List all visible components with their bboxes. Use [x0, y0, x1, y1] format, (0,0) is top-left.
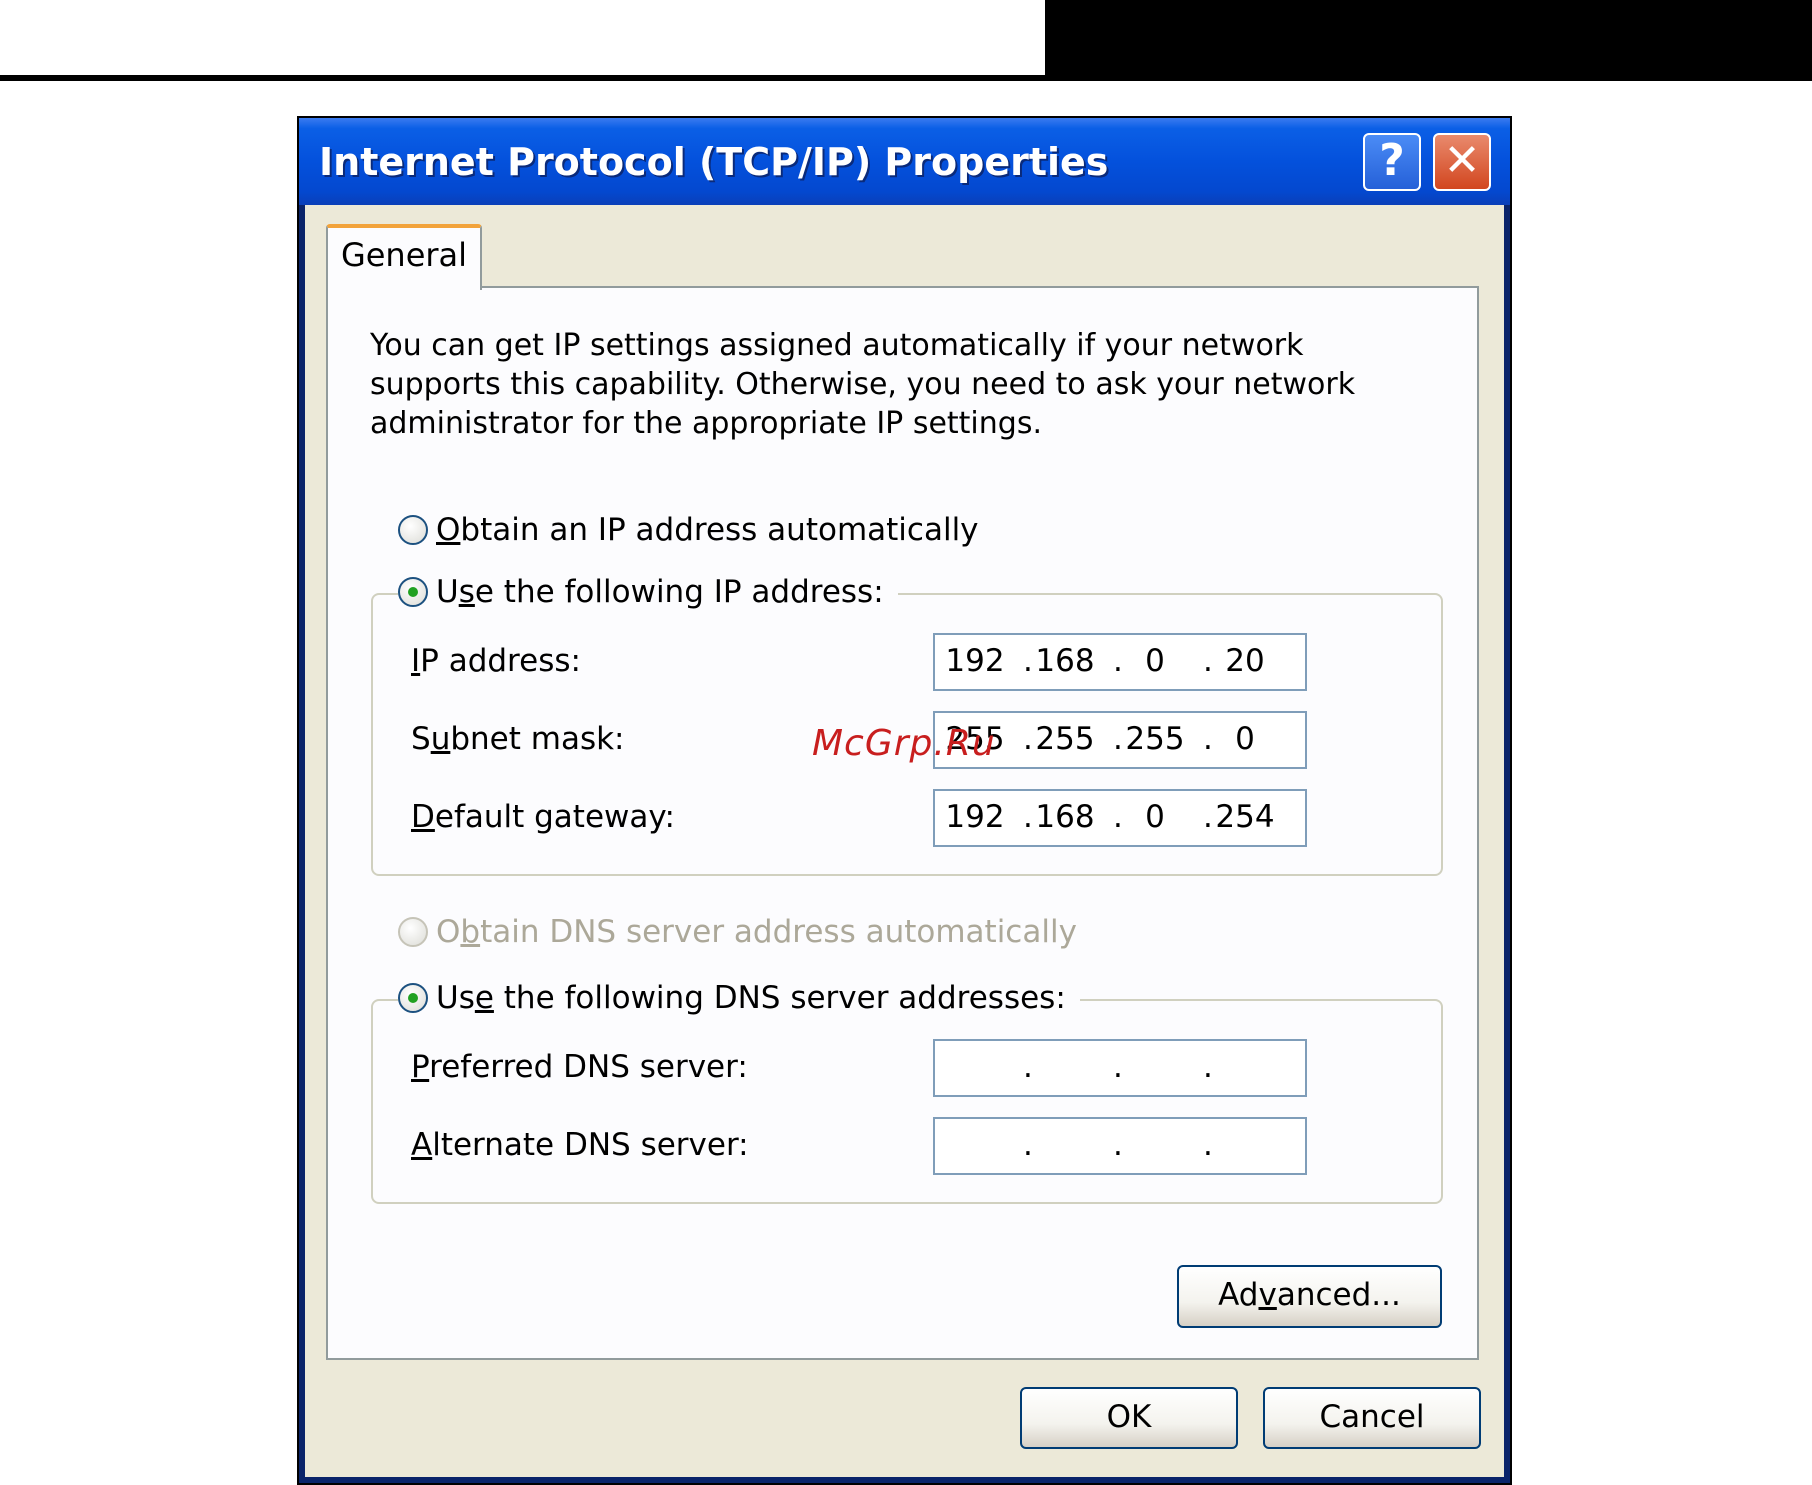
radio-button-icon[interactable]	[398, 514, 428, 545]
close-button[interactable]: ✕	[1433, 133, 1491, 191]
ok-button[interactable]: OK	[1020, 1387, 1238, 1449]
tcpip-properties-dialog: Internet Protocol (TCP/IP) Properties ? …	[297, 116, 1512, 1485]
general-tab-panel: You can get IP settings assigned automat…	[326, 286, 1479, 1360]
dialog-title: Internet Protocol (TCP/IP) Properties	[319, 140, 1109, 184]
default-gateway-label: Default gateway:	[411, 799, 675, 835]
radio-button-disabled-icon	[398, 916, 428, 947]
preferred-dns-field[interactable]: . . .	[933, 1039, 1307, 1097]
radio-obtain-ip-auto[interactable]: Obtain an IP address automatically	[398, 512, 993, 548]
header-rule	[0, 75, 1812, 81]
cancel-button[interactable]: Cancel	[1263, 1387, 1481, 1449]
subnet-mask-label: Subnet mask:	[411, 721, 625, 757]
default-gateway-field[interactable]: 192. 168. 0. 254	[933, 789, 1307, 847]
watermark-text: McGrp.Ru	[812, 723, 996, 764]
header-black-block	[1045, 0, 1812, 77]
dialog-client-area: General You can get IP settings assigned…	[305, 205, 1504, 1477]
help-button[interactable]: ?	[1363, 133, 1421, 191]
alternate-dns-label: Alternate DNS server:	[411, 1127, 749, 1163]
advanced-button[interactable]: Advanced...	[1177, 1265, 1442, 1328]
radio-button-selected-icon[interactable]	[398, 576, 428, 607]
alternate-dns-field[interactable]: . . .	[933, 1117, 1307, 1175]
ip-address-field[interactable]: 192. 168. 0. 20	[933, 633, 1307, 691]
ip-address-label: IP address:	[411, 643, 581, 679]
radio-button-selected-icon[interactable]	[398, 982, 428, 1013]
tab-general[interactable]: General	[326, 224, 482, 290]
radio-use-following-dns[interactable]: Use the following DNS server addresses:	[398, 980, 1080, 1016]
radio-obtain-dns-auto: Obtain DNS server address automatically	[398, 914, 1091, 950]
description-text: You can get IP settings assigned automat…	[370, 328, 1356, 441]
preferred-dns-label: Preferred DNS server:	[411, 1049, 748, 1085]
radio-use-following-ip[interactable]: Use the following IP address:	[398, 574, 898, 610]
title-bar[interactable]: Internet Protocol (TCP/IP) Properties ? …	[299, 118, 1510, 205]
